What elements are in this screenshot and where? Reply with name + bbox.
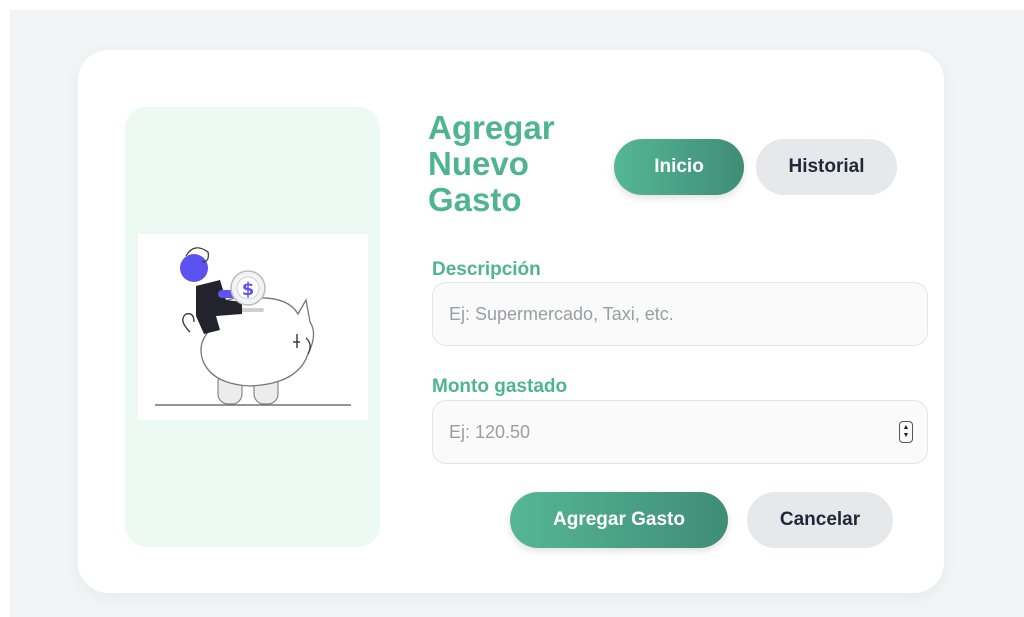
- amount-input[interactable]: [447, 420, 899, 444]
- add-expense-button[interactable]: Agregar Gasto: [510, 492, 728, 548]
- home-button[interactable]: Inicio: [614, 139, 744, 195]
- number-stepper-icon[interactable]: ▲ ▼: [899, 421, 913, 443]
- title-line-3: Gasto: [428, 181, 522, 218]
- stepper-up-icon: ▲: [902, 424, 910, 431]
- title-line-1: Agregar: [428, 109, 555, 146]
- history-button[interactable]: Historial: [756, 139, 897, 195]
- page-title: Agregar Nuevo Gasto: [428, 110, 598, 218]
- stepper-down-icon: ▼: [902, 432, 910, 439]
- amount-label: Monto gastado: [432, 376, 568, 397]
- description-field-wrapper: [432, 282, 928, 346]
- svg-text:$: $: [242, 279, 255, 300]
- cancel-button[interactable]: Cancelar: [747, 492, 893, 548]
- title-line-2: Nuevo: [428, 145, 529, 182]
- piggy-bank-illustration: $: [138, 234, 368, 420]
- description-input[interactable]: [447, 302, 913, 326]
- description-label: Descripción: [432, 259, 541, 280]
- amount-field-wrapper: ▲ ▼: [432, 400, 928, 464]
